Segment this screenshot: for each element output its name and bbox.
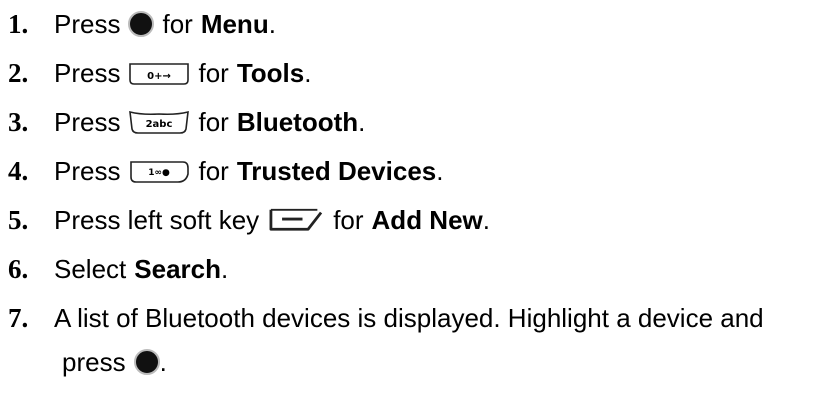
step-text: A list of Bluetooth devices is displayed… (54, 302, 764, 333)
key-label: 1∞● (149, 168, 171, 178)
step-number: 2. (8, 57, 29, 88)
one-key-icon: 1∞● (130, 161, 190, 183)
step-text: for (333, 204, 364, 235)
step-text: for (198, 155, 229, 186)
step-period: . (482, 204, 490, 235)
step-text: for (198, 106, 229, 137)
step-text: Select (54, 253, 127, 284)
step-7-continuation: press . (62, 342, 167, 382)
step-number: 5. (8, 204, 29, 235)
two-abc-key-icon: 2abc (129, 110, 190, 134)
step-5: 5. Press left soft key for Add New. (0, 200, 490, 240)
center-select-dot-icon (128, 11, 155, 37)
key-label: 2abc (146, 119, 173, 130)
step-number: 4. (8, 155, 29, 186)
step-period: . (159, 346, 167, 377)
key-label: 0+→ (148, 71, 172, 82)
step-6: 6. Select Search. (0, 249, 228, 289)
step-target: Bluetooth (236, 106, 359, 137)
step-period: . (221, 253, 229, 284)
step-period: . (436, 155, 444, 186)
step-target: Menu (200, 8, 269, 39)
step-text: Press (54, 155, 121, 186)
step-3: 3. Press 2abc for Bluetooth. (0, 102, 365, 142)
step-text: Press left soft key (54, 204, 260, 235)
step-text: Press (54, 106, 121, 137)
step-text: for (162, 8, 193, 39)
step-period: . (304, 57, 312, 88)
zero-key-icon: 0+→ (129, 63, 190, 85)
step-text: Press (54, 57, 121, 88)
step-number: 7. (8, 302, 29, 333)
step-number: 3. (8, 106, 29, 137)
step-7: 7. A list of Bluetooth devices is displa… (0, 298, 764, 338)
step-text: Press (54, 8, 121, 39)
step-1: 1. Press for Menu. (0, 4, 276, 44)
step-text: press (62, 346, 126, 377)
step-2: 2. Press 0+→ for Tools. (0, 53, 311, 93)
step-number: 6. (8, 253, 29, 284)
step-target: Tools (236, 57, 305, 88)
left-soft-key-icon (269, 208, 323, 231)
step-number: 1. (8, 8, 29, 39)
step-period: . (268, 8, 276, 39)
step-target: Trusted Devices (236, 155, 437, 186)
step-target: Add New (371, 204, 483, 235)
step-period: . (358, 106, 366, 137)
center-select-dot-icon (133, 349, 160, 375)
step-target: Search (134, 253, 221, 284)
step-4: 4. Press 1∞● for Trusted Devices. (0, 151, 443, 191)
step-text: for (198, 57, 229, 88)
